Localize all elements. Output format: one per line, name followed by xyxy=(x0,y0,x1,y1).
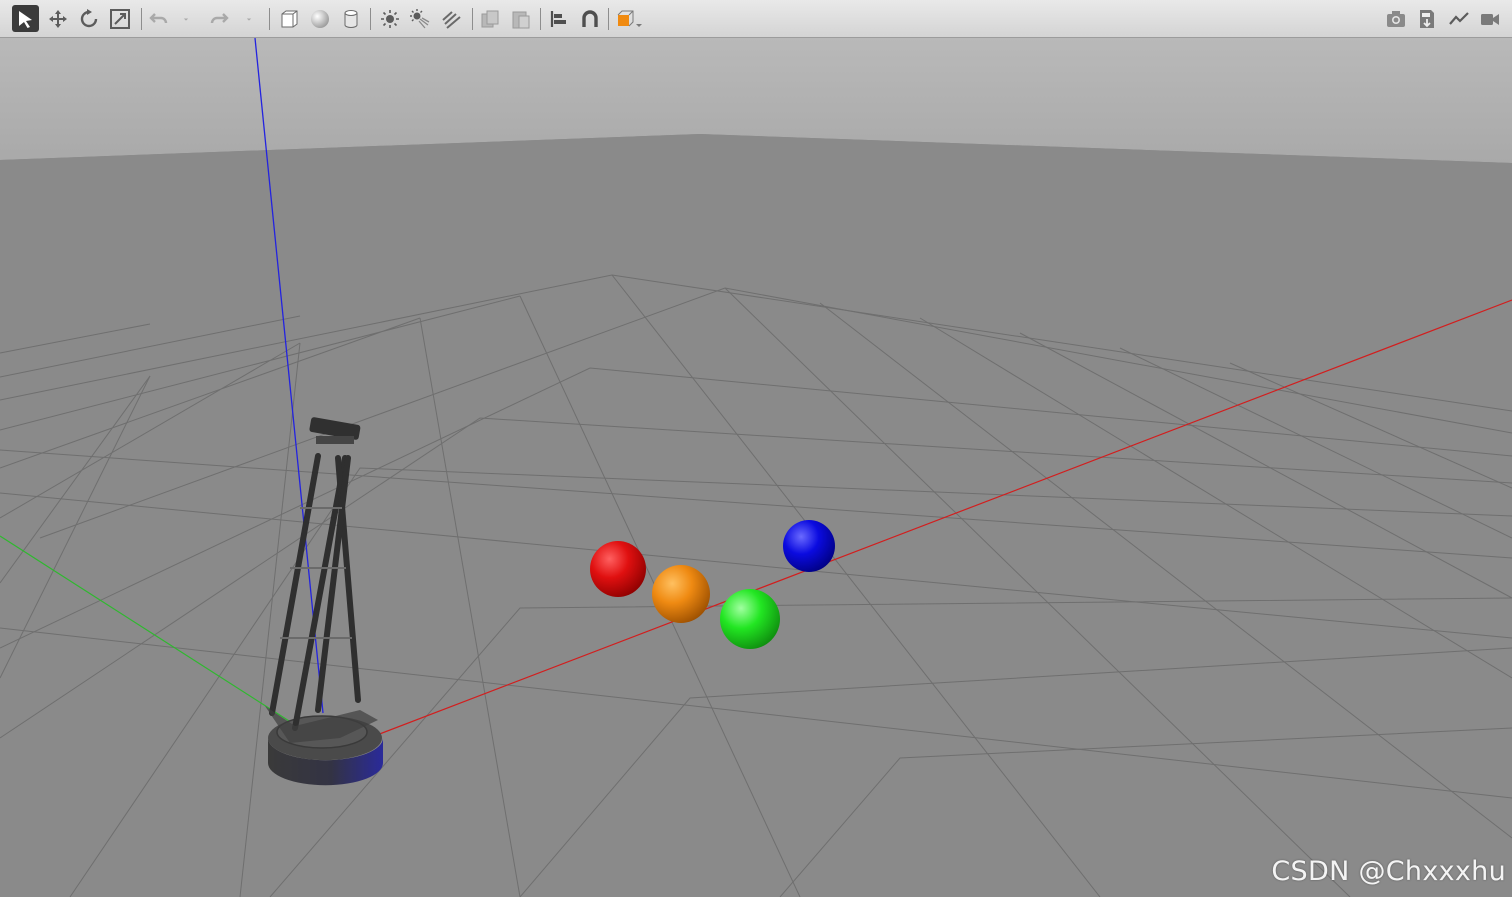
scene-render xyxy=(0,38,1512,897)
video-record-icon[interactable] xyxy=(1476,5,1503,32)
toolbar-separator xyxy=(141,8,142,30)
toolbar-separator xyxy=(269,8,270,30)
align-icon[interactable] xyxy=(545,5,572,32)
toolbar-separator xyxy=(472,8,473,30)
spot-light-icon[interactable] xyxy=(406,5,433,32)
undo-icon[interactable] xyxy=(145,5,172,32)
toolbar-separator xyxy=(370,8,371,30)
scale-mode-icon[interactable] xyxy=(106,5,133,32)
watermark-text: CSDN @Chxxxhu xyxy=(1271,856,1506,887)
toolbar xyxy=(0,0,1512,38)
box-shape-icon[interactable] xyxy=(275,5,302,32)
plot-icon[interactable] xyxy=(1445,5,1472,32)
ground-plane xyxy=(0,134,1512,897)
toolbar-separator xyxy=(608,8,609,30)
blue-sphere xyxy=(783,520,835,572)
point-light-icon[interactable] xyxy=(376,5,403,32)
select-mode-icon[interactable] xyxy=(12,5,39,32)
rotate-mode-icon[interactable] xyxy=(75,5,102,32)
redo-icon[interactable] xyxy=(205,5,232,32)
copy-icon[interactable] xyxy=(476,5,503,32)
orange-sphere xyxy=(652,565,710,623)
screenshot-icon[interactable] xyxy=(1382,5,1409,32)
undo-history-icon[interactable] xyxy=(177,5,195,32)
3d-viewport[interactable] xyxy=(0,38,1512,897)
view-angle-icon[interactable] xyxy=(613,5,645,32)
redo-history-icon[interactable] xyxy=(240,5,258,32)
log-icon[interactable] xyxy=(1413,5,1440,32)
red-sphere xyxy=(590,541,646,597)
green-sphere xyxy=(720,589,780,649)
toolbar-separator xyxy=(540,8,541,30)
translate-mode-icon[interactable] xyxy=(44,5,71,32)
directional-light-icon[interactable] xyxy=(437,5,464,32)
cylinder-shape-icon[interactable] xyxy=(337,5,364,32)
paste-icon[interactable] xyxy=(507,5,534,32)
snap-icon[interactable] xyxy=(576,5,603,32)
sphere-shape-icon[interactable] xyxy=(306,5,333,32)
